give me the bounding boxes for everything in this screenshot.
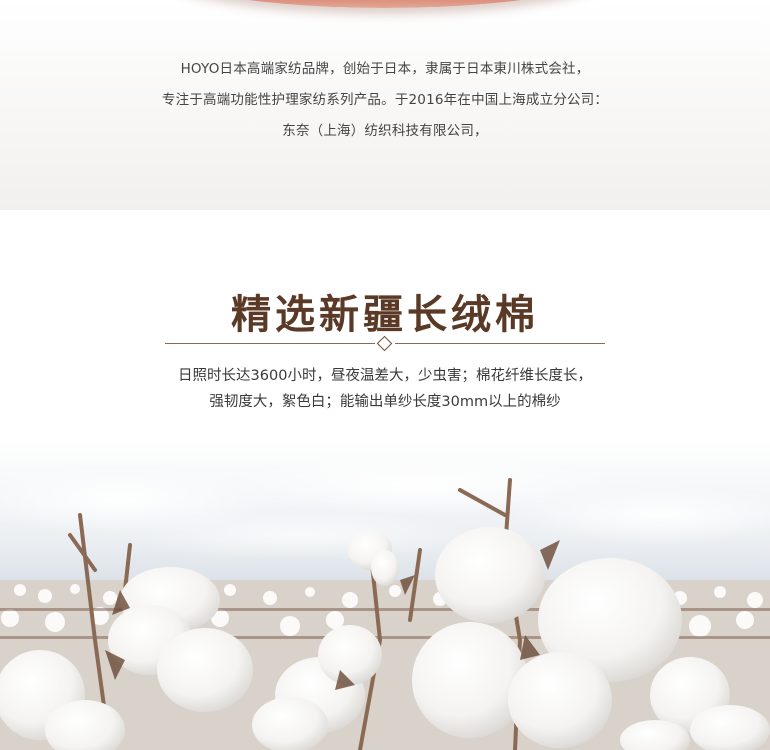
feature-description-line: 日照时长达3600小时，昼夜温差大，少虫害；棉花纤维长度长， <box>178 368 592 384</box>
cotton-field-photo <box>0 440 770 750</box>
feature-title: 精选新疆长绒棉 <box>231 291 539 338</box>
product-image-edge <box>150 0 620 8</box>
diamond-icon <box>376 335 393 352</box>
divider-line-right <box>395 343 605 344</box>
brand-intro-line: HOYO日本高端家纺品牌，创始于日本，隶属于日本東川株式会社， <box>180 61 590 77</box>
brand-intro-line: 专注于高端功能性护理家纺系列产品。于2016年在中国上海成立分公司： <box>161 92 609 108</box>
feature-description-line: 强韧度大，絮色白；能输出单纱长度30mm以上的棉纱 <box>209 394 561 410</box>
brand-intro-section: HOYO日本高端家纺品牌，创始于日本，隶属于日本東川株式会社， 专注于高端功能性… <box>0 0 770 210</box>
brand-intro-line: 东奈（上海）纺织科技有限公司， <box>282 123 488 139</box>
divider-line-left <box>165 343 375 344</box>
title-divider <box>165 335 605 352</box>
